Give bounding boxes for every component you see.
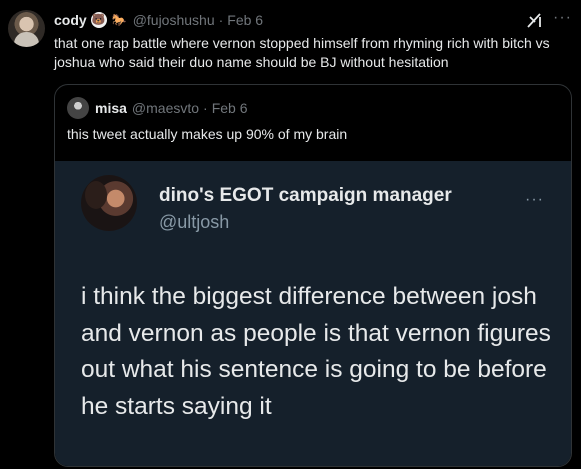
quote-author-name[interactable]: misa [95, 100, 127, 116]
quote-separator-dot: · [203, 100, 208, 116]
quoted-tweet[interactable]: misa @maesvto · Feb 6 this tweet actuall… [54, 84, 572, 467]
author-handle[interactable]: @fujoshushu [133, 12, 215, 28]
media-more-icon: ··· [525, 191, 544, 208]
grok-icon[interactable] [526, 11, 544, 29]
quote-author-handle[interactable]: @maesvto [132, 100, 199, 116]
quoted-media-image[interactable]: dino's EGOT campaign manager @ultjosh ··… [55, 161, 571, 466]
tweet[interactable]: cody 🐻 🐎 @fujoshushu · Feb 6 ··· that on… [0, 0, 581, 469]
tweet-text: that one rap battle where vernon stopped… [54, 35, 550, 70]
polar-bear-emoji-icon: 🐻 [90, 12, 107, 28]
quote-author-avatar[interactable] [67, 97, 89, 119]
media-text: i think the biggest difference between j… [81, 283, 551, 420]
horse-emoji-icon: 🐎 [111, 13, 127, 27]
quote-header: misa @maesvto · Feb 6 [95, 98, 248, 118]
author-name[interactable]: cody [54, 12, 87, 28]
media-author-handle: @ultjosh [159, 212, 230, 232]
quote-text: this tweet actually makes up 90% of my b… [67, 126, 348, 142]
author-avatar[interactable] [8, 10, 45, 47]
media-avatar [81, 175, 137, 231]
quote-date: Feb 6 [211, 100, 248, 116]
media-author-name: dino's EGOT campaign manager [159, 185, 452, 206]
tweet-header: cody 🐻 🐎 @fujoshushu · Feb 6 [54, 10, 263, 30]
separator-dot: · [218, 12, 224, 28]
tweet-date[interactable]: Feb 6 [227, 12, 263, 28]
more-options-icon[interactable]: ··· [553, 10, 575, 29]
